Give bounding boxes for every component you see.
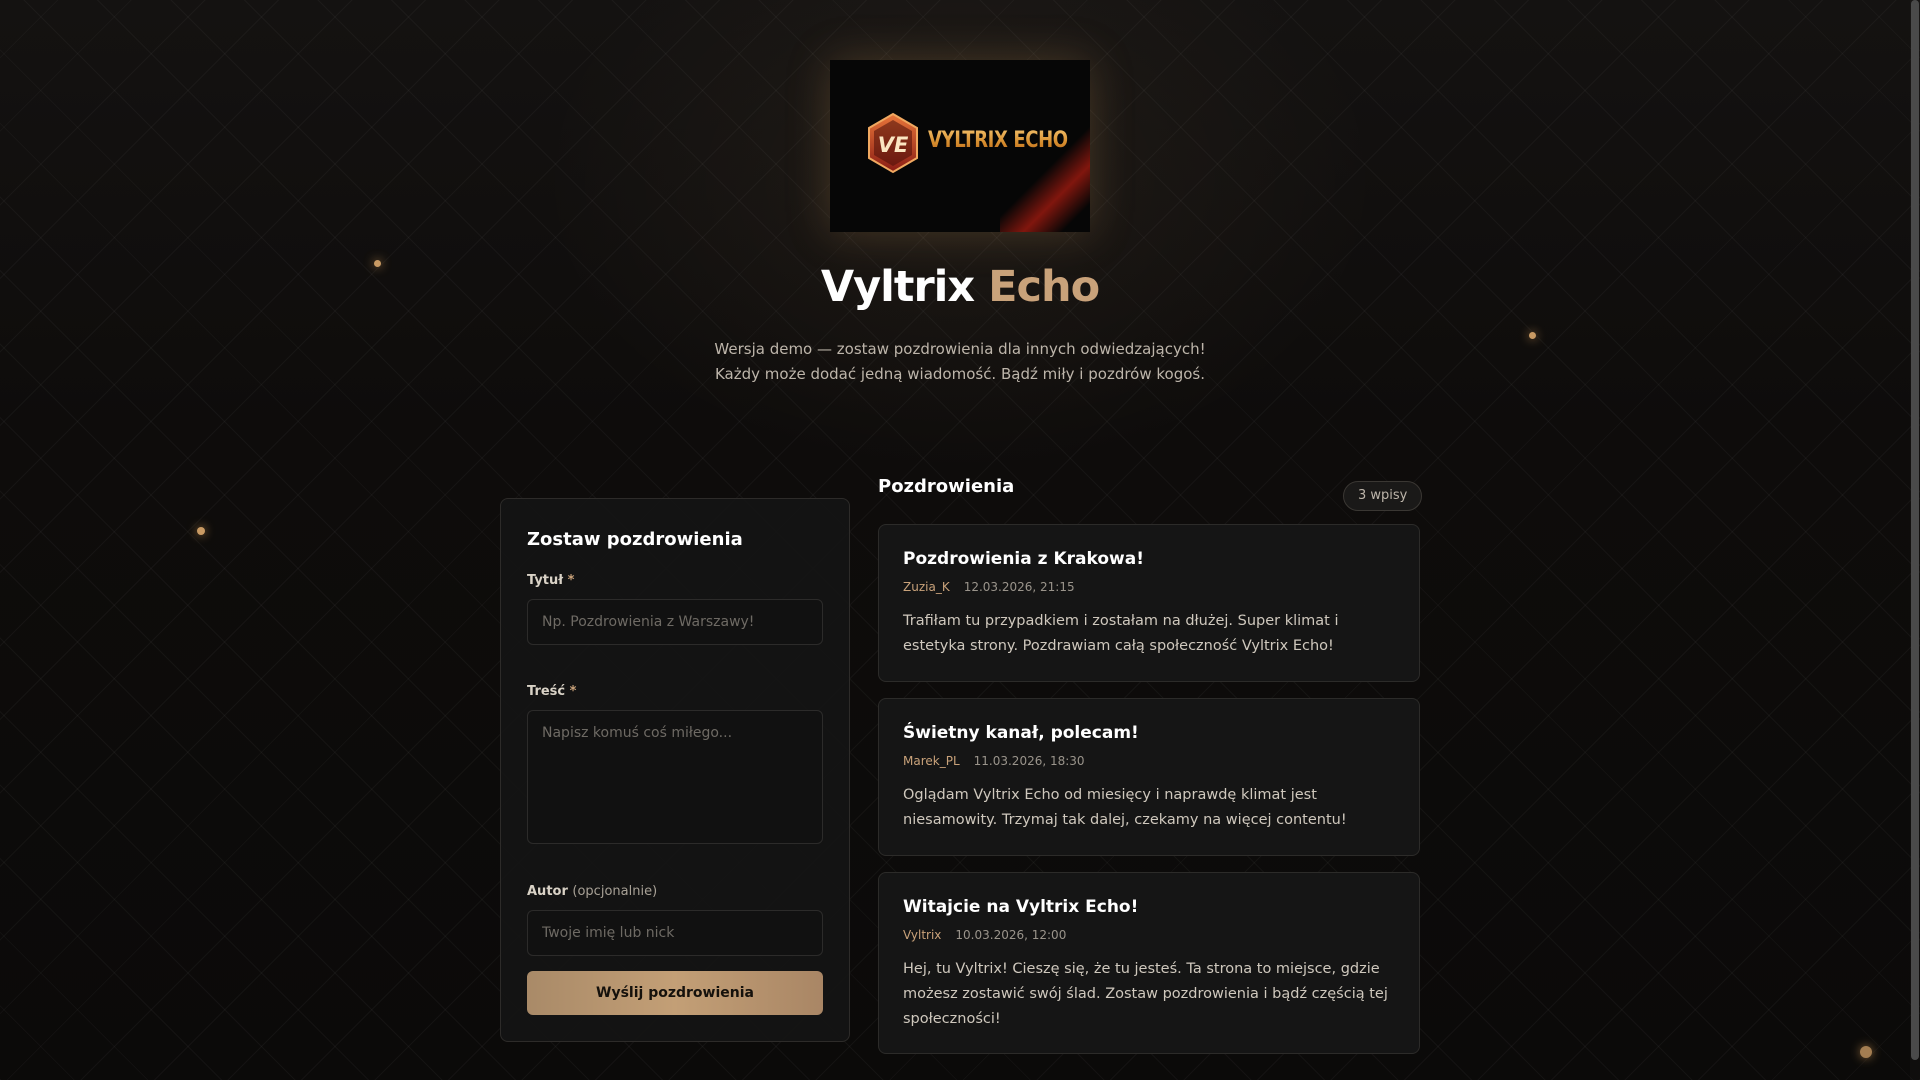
- greeting-entry: Pozdrowienia z Krakowa! Zuzia_K 12.03.202…: [878, 524, 1420, 682]
- content-textarea[interactable]: [527, 710, 823, 844]
- author-field-label: Autor (opcjonalnie): [527, 884, 658, 899]
- greeting-entry: Świetny kanał, polecam! Marek_PL 11.03.20…: [878, 698, 1420, 856]
- submit-button[interactable]: Wyślij pozdrowienia: [527, 971, 823, 1015]
- banner-image: VE VYLTRIX ECHO: [830, 60, 1090, 232]
- entry-date: 10.03.2026, 12:00: [955, 928, 1067, 942]
- entry-meta: Marek_PL 11.03.2026, 18:30: [903, 754, 1085, 768]
- entry-date: 11.03.2026, 18:30: [973, 754, 1085, 768]
- required-mark: *: [569, 684, 577, 699]
- entry-title: Świetny kanał, polecam!: [903, 723, 1139, 743]
- entry-body: Hej, tu Vyltrix! Cieszę się, że tu jeste…: [903, 961, 1388, 1027]
- page-subtitle-line2: Każdy może dodać jedną wiadomość. Bądź m…: [714, 365, 1205, 383]
- page-title-main: Vyltrix: [820, 262, 975, 312]
- entry-body: Oglądam Vyltrix Echo od miesięcy i napra…: [903, 787, 1347, 828]
- entry-title: Pozdrowienia z Krakowa!: [903, 549, 1144, 569]
- scrollbar-thumb[interactable]: [1911, 0, 1919, 1060]
- entry-body: Trafiłam tu przypadkiem i zostałam na dł…: [903, 613, 1339, 654]
- entry-meta: Zuzia_K 12.03.2026, 21:15: [903, 580, 1075, 594]
- entry-count-badge: 3 wpisy: [1343, 481, 1423, 511]
- scrollbar[interactable]: [1910, 0, 1920, 1080]
- entry-title: Witajcie na Vyltrix Echo!: [903, 897, 1139, 917]
- logo-monogram: VE: [878, 133, 909, 157]
- entry-author: Zuzia_K: [903, 580, 950, 594]
- form-title: Zostaw pozdrowienia: [527, 529, 743, 550]
- entry-author: Marek_PL: [903, 754, 960, 768]
- entry-date: 12.03.2026, 21:15: [963, 580, 1075, 594]
- entry-author: Vyltrix: [903, 928, 942, 942]
- greetings-heading: Pozdrowienia: [878, 476, 1015, 497]
- greeting-entry: Witajcie na Vyltrix Echo! Vyltrix 10.03.2…: [878, 872, 1420, 1054]
- logo-text: VYLTRIX ECHO: [928, 128, 1068, 153]
- title-input[interactable]: [527, 599, 823, 645]
- page-title: Vyltrix Echo: [0, 262, 1920, 312]
- decor-dot: [1860, 1046, 1872, 1058]
- required-mark: *: [567, 573, 575, 588]
- entry-meta: Vyltrix 10.03.2026, 12:00: [903, 928, 1066, 942]
- decor-dot: [197, 527, 205, 535]
- author-input[interactable]: [527, 910, 823, 956]
- optional-hint: (opcjonalnie): [572, 884, 658, 899]
- content-field-label: Treść *: [527, 684, 577, 699]
- page-subtitle-line1: Wersja demo — zostaw pozdrowienia dla in…: [714, 340, 1206, 358]
- greeting-form: Zostaw pozdrowienia Tytuł * Treść * Auto…: [500, 498, 850, 1042]
- logo-hexagon-icon: VE: [868, 112, 918, 174]
- title-field-label: Tytuł *: [527, 573, 575, 588]
- page-title-accent: Echo: [988, 262, 1100, 312]
